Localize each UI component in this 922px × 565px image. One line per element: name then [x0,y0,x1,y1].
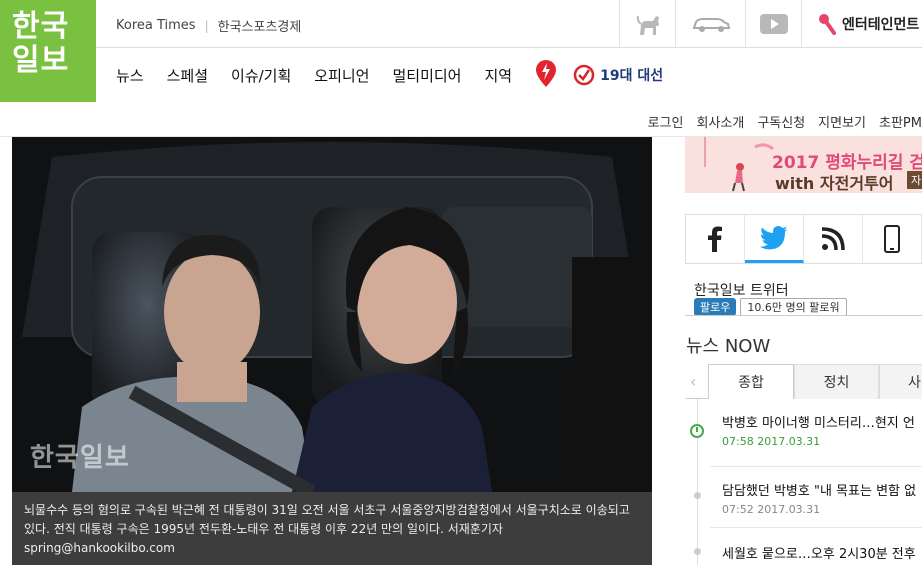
mobile-phone-icon [884,225,900,253]
election-link[interactable]: 19대 대선 [573,64,663,86]
photo-caption: 뇌물수수 등의 혐의로 구속된 박근혜 전 대통령이 31일 오전 서울 서초구… [12,492,652,565]
vote-stamp-icon [573,64,595,86]
nav-news[interactable]: 뉴스 [116,65,144,86]
facebook-icon [708,226,722,252]
follow-button[interactable]: 팔로우 [694,298,737,316]
promo-banner[interactable]: 2017 평화누리길 걷 with 자전거투어 자 [685,137,922,193]
rss-icon [821,227,845,251]
divider: | [204,18,209,33]
page: 한국 일보 Korea Times | 한국스포츠경제 엔터테인먼트 뉴스 스페… [0,0,922,565]
nav-special[interactable]: 스페셜 [167,65,208,86]
news-list-item[interactable]: 세월호 뭍으로…오후 2시30분 전후 [722,543,922,562]
car-icon [692,17,730,32]
news-now-tabs: ‹ 종합 정치 사 [686,364,922,399]
korea-times-link[interactable]: Korea Times [116,18,196,33]
tab-politics[interactable]: 정치 [794,364,879,399]
entertainment-button[interactable]: 엔터테인먼트 [801,0,922,47]
nav-opinion[interactable]: 오피니언 [314,65,369,86]
dog-icon [636,15,659,35]
clock-icon [690,424,704,438]
login-link[interactable]: 로그인 [648,112,684,131]
timeline-dot [694,548,701,555]
cyclist-illustration-icon [704,137,774,192]
play-icon [759,13,788,34]
microphone-icon [819,13,836,35]
tab-society[interactable]: 사 [879,364,922,399]
nav-multimedia[interactable]: 멀티미디어 [392,65,461,86]
election-label: 19대 대선 [600,68,664,84]
photo-watermark: 한국일보 [30,443,130,473]
tab-facebook[interactable] [686,215,745,263]
news-list-item[interactable]: 담담했던 박병호 "내 목표는 변함 없 07:52 2017.03.31 [722,480,922,516]
divider [685,315,922,316]
twitter-icon [760,225,787,249]
follower-count: 10.6만 명의 팔로워 [740,298,847,316]
sports-economy-link[interactable]: 한국스포츠경제 [218,16,302,35]
tab-mobile[interactable] [863,215,922,263]
utility-links: 로그인 회사소개 구독신청 지면보기 초판PM [635,112,922,131]
news-list-item[interactable]: 박병호 마이너행 미스터리…현지 언 07:58 2017.03.31 [722,412,922,448]
logo-line-1: 한국 [12,9,70,44]
service-icons: 엔터테인먼트 [619,0,922,47]
social-tabs [685,214,922,264]
tab-rss[interactable] [804,215,863,263]
epaper-link[interactable]: 지면보기 [818,112,866,131]
banner-badge: 자 [907,171,922,189]
news-item-title: 담담했던 박병호 "내 목표는 변함 없 [722,484,917,499]
early-edition-link[interactable]: 초판PM [879,112,922,131]
chevron-left-icon[interactable]: ‹ [690,372,696,391]
subscribe-link[interactable]: 구독신청 [757,112,805,131]
map-pin-icon [536,60,557,87]
banner-subtitle: with 자전거투어 [775,174,894,193]
twitter-follow-widget: 팔로우 10.6만 명의 팔로워 [694,298,847,316]
news-item-title: 박병호 마이너행 미스터리…현지 언 [722,416,915,431]
top-bar: Korea Times | 한국스포츠경제 엔터테인먼트 [96,0,922,48]
nav-issue[interactable]: 이슈/기획 [231,65,291,86]
nav-region[interactable]: 지역 [485,65,513,86]
timeline-dot [694,492,701,499]
news-now-title: 뉴스 NOW [686,336,771,357]
family-links: Korea Times | 한국스포츠경제 [116,16,301,35]
divider [710,466,922,467]
entertainment-label: 엔터테인먼트 [842,16,920,33]
hot-issue-button[interactable] [533,58,559,92]
main-photo[interactable]: 한국일보 [12,137,652,492]
site-logo[interactable]: 한국 일보 [0,0,96,102]
news-item-time: 07:52 2017.03.31 [722,503,821,516]
company-link[interactable]: 회사소개 [696,112,744,131]
tab-general[interactable]: 종합 [708,364,794,399]
twitter-widget-title: 한국일보 트위터 [694,283,789,299]
main-nav: 뉴스 스페셜 이슈/기획 오피니언 멀티미디어 지역 19대 대선 [96,48,922,102]
logo-line-2: 일보 [12,43,70,78]
car-service-button[interactable] [675,0,745,47]
video-service-button[interactable] [745,0,801,47]
pet-service-button[interactable] [619,0,675,47]
tab-twitter[interactable] [745,215,804,263]
news-item-time: 07:58 2017.03.31 [722,435,821,448]
divider [710,527,922,528]
news-item-title: 세월호 뭍으로…오후 2시30분 전후 [722,547,916,562]
